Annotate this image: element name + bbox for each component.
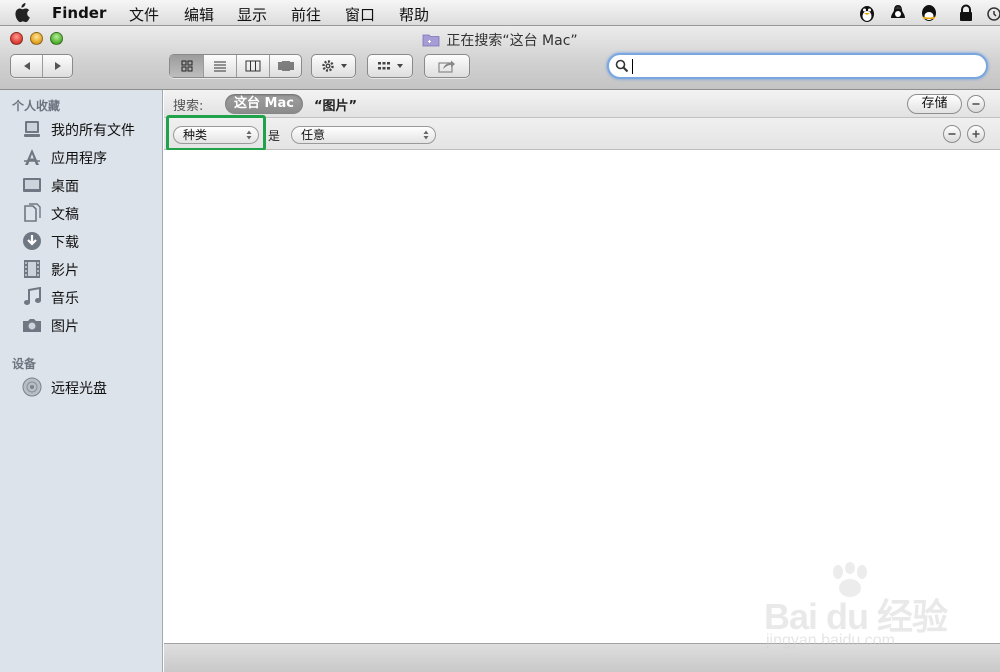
sidebar-item-applications[interactable]: 应用程序: [22, 145, 162, 169]
scope-this-mac-button[interactable]: 这台 Mac: [225, 94, 303, 114]
sidebar-item-downloads[interactable]: 下载: [22, 229, 162, 253]
qq-icon[interactable]: [919, 3, 939, 23]
highlight-annotation: [166, 115, 266, 151]
downloads-icon: [23, 232, 41, 250]
sidebar: 个人收藏 我的所有文件 应用程序 桌面 文稿 下载 影片 音乐 图片 设备 远程…: [0, 90, 163, 672]
remote-disc-icon: [22, 377, 42, 397]
search-input[interactable]: [631, 57, 971, 75]
menu-go[interactable]: 前往: [291, 4, 321, 25]
qq-penguin-icon[interactable]: [857, 3, 877, 23]
sidebar-heading-favorites: 个人收藏: [12, 99, 61, 113]
search-icon: [615, 59, 629, 73]
sidebar-item-label: 音乐: [51, 291, 79, 307]
sidebar-item-desktop[interactable]: 桌面: [22, 173, 162, 197]
sidebar-item-music[interactable]: 音乐: [22, 285, 162, 309]
plus-icon: [972, 130, 980, 138]
lock-icon[interactable]: [956, 3, 976, 23]
list-view-button[interactable]: [203, 55, 236, 77]
search-field: [607, 53, 988, 79]
scope-folder-button[interactable]: “图片”: [314, 95, 357, 114]
sidebar-item-movies[interactable]: 影片: [22, 257, 162, 281]
criteria-value-popup[interactable]: 任意: [291, 126, 436, 144]
arrange-menu-button[interactable]: [367, 54, 413, 78]
menu-help[interactable]: 帮助: [399, 4, 429, 25]
sidebar-item-label: 桌面: [51, 179, 79, 195]
criteria-value-text: 任意: [301, 128, 326, 142]
camera-icon: [23, 319, 41, 332]
search-scope-label: 搜索:: [173, 99, 204, 114]
icon-view-button[interactable]: [170, 55, 203, 77]
documents-icon: [24, 203, 41, 222]
sidebar-item-label: 影片: [51, 263, 79, 279]
share-button[interactable]: [424, 54, 470, 78]
remove-criteria-button[interactable]: [943, 125, 961, 143]
tux-penguin-icon[interactable]: [888, 3, 908, 23]
smart-folder-icon: [422, 34, 440, 47]
menu-view[interactable]: 显示: [237, 4, 267, 25]
window-title: 正在搜索“这台 Mac”: [0, 30, 1000, 50]
sidebar-item-all-my-files[interactable]: 我的所有文件: [22, 117, 162, 141]
window-toolbar: 正在搜索“这台 Mac”: [0, 26, 1000, 90]
sidebar-item-pictures[interactable]: 图片: [22, 313, 162, 337]
grid-icon: [181, 60, 192, 72]
sidebar-item-label: 下载: [51, 235, 79, 251]
menu-finder[interactable]: Finder: [52, 4, 106, 22]
column-view-button[interactable]: [236, 55, 269, 77]
desktop-icon: [23, 178, 41, 192]
arrange-icon: [378, 62, 403, 70]
search-scope-bar: 搜索: 这台 Mac “图片” 存储: [164, 90, 1000, 118]
menu-window[interactable]: 窗口: [345, 4, 375, 25]
search-criteria-row: 种类 是 任意: [164, 115, 1000, 151]
sidebar-heading-devices: 设备: [12, 357, 37, 371]
criteria-operator: 是: [268, 129, 281, 143]
share-icon: [438, 60, 455, 73]
remove-scope-button[interactable]: [967, 95, 985, 113]
applications-icon: [24, 149, 40, 165]
sidebar-item-label: 应用程序: [51, 151, 107, 167]
add-criteria-button[interactable]: [967, 125, 985, 143]
columns-icon: [245, 60, 261, 72]
list-icon: [214, 61, 226, 72]
baidu-watermark: Bai du 经验 jingyan.baidu.com: [760, 562, 990, 652]
apple-icon[interactable]: [12, 3, 30, 23]
menu-file[interactable]: 文件: [129, 4, 159, 25]
coverflow-view-button[interactable]: [269, 55, 301, 77]
watermark-url: jingyan.baidu.com: [766, 632, 895, 649]
save-search-button[interactable]: 存储: [907, 94, 962, 114]
music-icon: [24, 287, 41, 305]
text-caret: [632, 59, 633, 74]
chevron-left-icon: [23, 62, 30, 70]
menu-edit[interactable]: 编辑: [184, 4, 214, 25]
chevron-right-icon: [54, 62, 61, 70]
back-button[interactable]: [11, 55, 42, 77]
view-switcher: [169, 54, 302, 78]
minus-icon: [948, 133, 956, 135]
menu-bar: Finder 文件 编辑 显示 前往 窗口 帮助: [0, 0, 1000, 26]
sidebar-item-label: 文稿: [51, 207, 79, 223]
sidebar-item-remote-disc[interactable]: 远程光盘: [22, 375, 162, 399]
all-files-icon: [24, 121, 40, 137]
sidebar-item-label: 远程光盘: [51, 381, 107, 397]
sidebar-item-label: 图片: [51, 319, 79, 335]
sidebar-item-documents[interactable]: 文稿: [22, 201, 162, 225]
forward-button[interactable]: [42, 55, 72, 77]
back-forward-group: [10, 54, 73, 78]
time-machine-icon[interactable]: [982, 3, 1000, 23]
window-title-text: 正在搜索“这台 Mac”: [446, 33, 578, 49]
sidebar-item-label: 我的所有文件: [51, 123, 135, 139]
action-menu-button[interactable]: [311, 54, 356, 78]
minus-icon: [972, 103, 980, 105]
coverflow-icon: [277, 61, 294, 71]
up-down-arrows-icon: [423, 130, 429, 140]
gear-icon: [321, 60, 347, 72]
movies-icon: [24, 260, 40, 278]
